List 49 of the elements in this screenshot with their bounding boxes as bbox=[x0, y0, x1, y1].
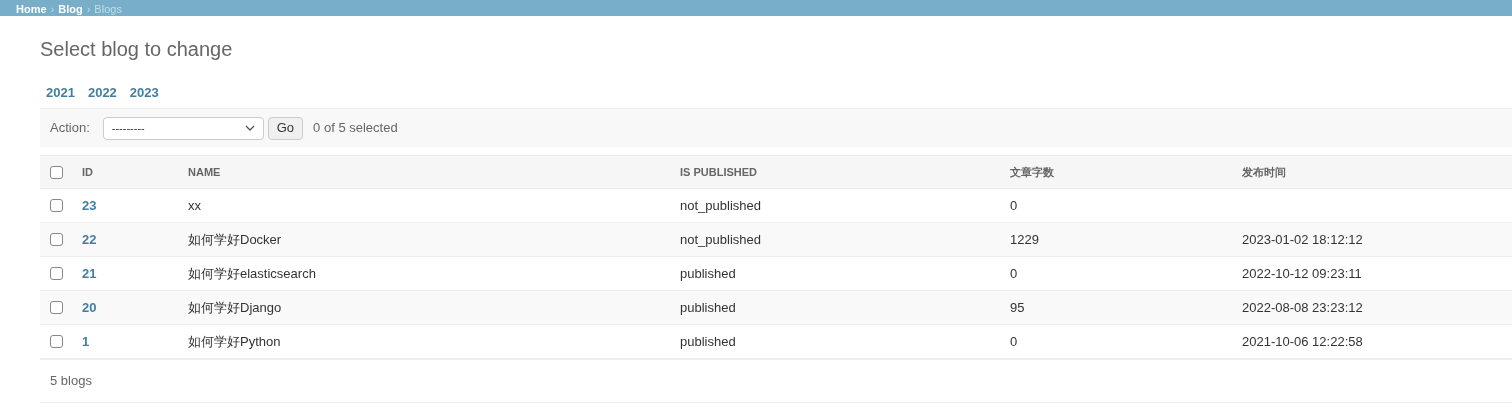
column-header[interactable]: 文章字数 bbox=[1010, 163, 1242, 181]
table-cell-text: 0 bbox=[1010, 196, 1019, 215]
table-cell-text: 如何学好Python bbox=[188, 332, 282, 351]
action-select[interactable]: --------- bbox=[102, 116, 264, 140]
go-button[interactable]: Go bbox=[267, 116, 304, 140]
table-cell-text: 2022-08-08 23:23:12 bbox=[1242, 298, 1364, 317]
column-header[interactable]: NAME bbox=[188, 163, 680, 181]
breadcrumb-separator: › bbox=[86, 2, 91, 16]
column-header[interactable]: IS PUBLISHED bbox=[680, 163, 1010, 181]
year-link[interactable]: 2021 bbox=[46, 85, 75, 102]
table-cell-text: not_published bbox=[680, 196, 762, 215]
checkbox[interactable] bbox=[50, 267, 63, 280]
breadcrumb-link[interactable]: Home bbox=[16, 2, 47, 16]
checkbox[interactable] bbox=[50, 233, 63, 246]
breadcrumb-separator: › bbox=[50, 2, 55, 16]
year-link[interactable]: 2022 bbox=[87, 85, 117, 102]
table-cell-text: 1229 bbox=[1010, 230, 1040, 249]
checkbox[interactable] bbox=[50, 165, 63, 179]
table-cell-text: published bbox=[680, 332, 737, 351]
table-cell-text: 95 bbox=[1010, 298, 1026, 317]
table-cell-text: 0 bbox=[1010, 264, 1019, 283]
id-link[interactable]: 1 bbox=[82, 331, 188, 352]
id-link[interactable]: 23 bbox=[82, 195, 188, 216]
selection-counter: 0 of 5 selected bbox=[313, 119, 398, 138]
table-cell-text: 2023-01-02 18:12:12 bbox=[1242, 230, 1364, 249]
id-link[interactable]: 20 bbox=[82, 297, 188, 318]
table-cell-text: 2021-10-06 12:22:58 bbox=[1242, 332, 1364, 351]
table-cell-text: not_published bbox=[680, 230, 762, 249]
table-cell-text: 如何学好Docker bbox=[188, 230, 283, 249]
table-cell-text: published bbox=[680, 298, 737, 317]
table-cell-text: 0 bbox=[1010, 332, 1019, 351]
column-header[interactable]: ID bbox=[82, 163, 188, 181]
table-cell-text: 2022-10-12 09:23:11 bbox=[1242, 264, 1363, 283]
id-link[interactable]: 21 bbox=[82, 263, 188, 284]
checkbox[interactable] bbox=[50, 199, 63, 212]
checkbox[interactable] bbox=[50, 335, 63, 348]
page-title: Select blog to change bbox=[40, 37, 234, 61]
chevron-down-icon bbox=[244, 125, 255, 131]
id-link[interactable]: 22 bbox=[82, 229, 188, 250]
table-cell-text: 如何学好Django bbox=[188, 298, 283, 317]
breadcrumb-link[interactable]: Blog bbox=[58, 2, 83, 16]
table-cell-text: 如何学好elasticsearch bbox=[188, 264, 317, 283]
result-count: 5 blogs bbox=[50, 372, 92, 391]
action-label: Action: bbox=[50, 119, 90, 138]
year-link[interactable]: 2023 bbox=[129, 85, 159, 102]
column-header[interactable]: 发布时间 bbox=[1242, 163, 1512, 181]
table-cell-text: xx bbox=[188, 196, 202, 215]
checkbox[interactable] bbox=[50, 301, 63, 314]
table-cell-text: published bbox=[680, 264, 737, 283]
